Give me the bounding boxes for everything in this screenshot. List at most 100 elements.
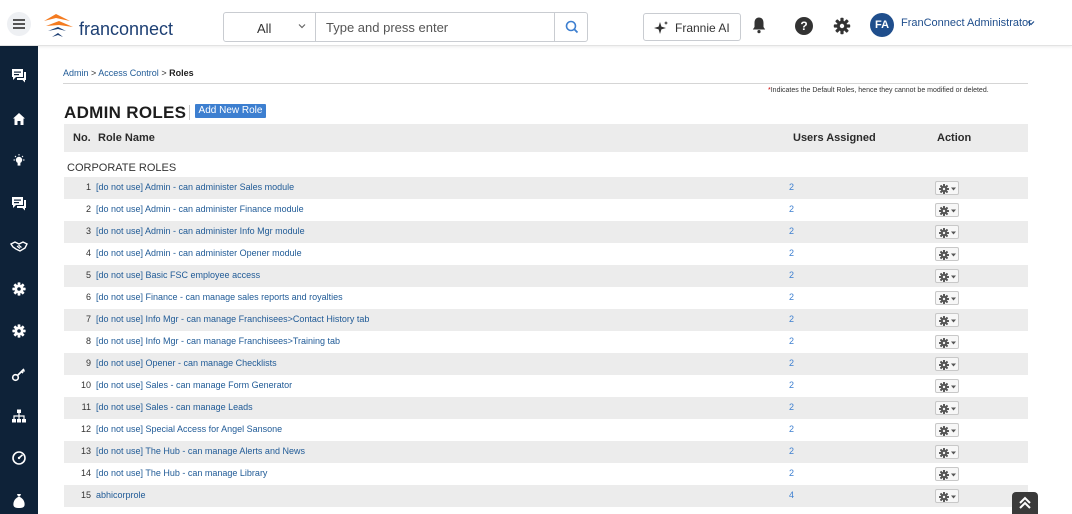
role-name-link[interactable]: [do not use] The Hub - can manage Alerts…: [96, 446, 305, 456]
scroll-to-top-button[interactable]: [1012, 492, 1038, 514]
users-assigned-link[interactable]: 2: [789, 182, 794, 192]
table-row: 12 [do not use] Special Access for Angel …: [64, 419, 1028, 441]
gear-dropdown-icon: [939, 470, 956, 480]
breadcrumb-current: Roles: [169, 68, 194, 78]
messages-icon[interactable]: [9, 66, 29, 86]
gear-dropdown-icon: [939, 404, 956, 414]
gear-dropdown-icon: [939, 228, 956, 238]
table-row: 14 [do not use] The Hub - can manage Libr…: [64, 463, 1028, 485]
row-action-menu[interactable]: [935, 181, 959, 195]
users-assigned-link[interactable]: 2: [789, 424, 794, 434]
gear-dropdown-icon: [939, 492, 956, 502]
row-action-menu[interactable]: [935, 445, 959, 459]
users-assigned-link[interactable]: 2: [789, 380, 794, 390]
help-icon[interactable]: ?: [795, 17, 813, 35]
search-icon: [565, 20, 579, 34]
role-name-link[interactable]: [do not use] Opener - can manage Checkli…: [96, 358, 277, 368]
handshake-icon[interactable]: [9, 236, 29, 256]
table-row: 8 [do not use] Info Mgr - can manage Fran…: [64, 331, 1028, 353]
users-assigned-link[interactable]: 2: [789, 446, 794, 456]
row-action-menu[interactable]: [935, 291, 959, 305]
frannie-ai-label: Frannie AI: [675, 21, 730, 35]
table-header: No. Role Name Users Assigned Action: [64, 124, 1028, 152]
search-scope-value: All: [257, 21, 272, 36]
role-name-link[interactable]: [do not use] Sales - can manage Form Gen…: [96, 380, 292, 390]
row-action-menu[interactable]: [935, 247, 959, 261]
row-action-menu[interactable]: [935, 357, 959, 371]
row-action-menu[interactable]: [935, 313, 959, 327]
role-name-link[interactable]: [do not use] Admin - can administer Open…: [96, 248, 302, 258]
users-assigned-link[interactable]: 2: [789, 336, 794, 346]
row-action-menu[interactable]: [935, 489, 959, 503]
users-assigned-link[interactable]: 2: [789, 314, 794, 324]
gear-icon[interactable]: [833, 17, 851, 35]
role-name-link[interactable]: abhicorprole: [96, 490, 146, 500]
gear-dropdown-icon: [939, 250, 956, 260]
role-name-link[interactable]: [do not use] Info Mgr - can manage Franc…: [96, 314, 369, 324]
search-scope-select[interactable]: All: [224, 13, 316, 41]
breadcrumb-access-control[interactable]: Access Control: [98, 68, 159, 78]
row-number: 12: [80, 424, 91, 434]
search-button[interactable]: [554, 13, 588, 41]
chevron-down-icon[interactable]: [1027, 19, 1035, 27]
settings-icon[interactable]: [9, 279, 29, 299]
users-assigned-link[interactable]: 2: [789, 292, 794, 302]
add-new-role-button[interactable]: Add New Role: [195, 104, 266, 118]
role-name-link[interactable]: [do not use] Admin - can administer Sale…: [96, 182, 294, 192]
role-name-link[interactable]: [do not use] The Hub - can manage Librar…: [96, 468, 267, 478]
users-assigned-link[interactable]: 4: [789, 490, 794, 500]
users-assigned-link[interactable]: 2: [789, 248, 794, 258]
breadcrumb-admin[interactable]: Admin: [63, 68, 89, 78]
row-action-menu[interactable]: [935, 401, 959, 415]
users-assigned-link[interactable]: 2: [789, 402, 794, 412]
sparkle-icon: [654, 21, 668, 34]
users-assigned-link[interactable]: 2: [789, 226, 794, 236]
breadcrumb: Admin > Access Control > Roles: [63, 68, 194, 78]
users-assigned-link[interactable]: 2: [789, 468, 794, 478]
users-assigned-link[interactable]: 2: [789, 204, 794, 214]
role-name-link[interactable]: [do not use] Special Access for Angel Sa…: [96, 424, 282, 434]
frannie-ai-button[interactable]: Frannie AI: [643, 13, 741, 41]
row-action-menu[interactable]: [935, 467, 959, 481]
gear-dropdown-icon: [939, 294, 956, 304]
role-name-link[interactable]: [do not use] Admin - can administer Fina…: [96, 204, 304, 214]
money-bag-icon[interactable]: [9, 491, 29, 511]
gear-dropdown-icon: [939, 272, 956, 282]
row-action-menu[interactable]: [935, 203, 959, 217]
menu-icon[interactable]: [7, 12, 31, 36]
row-number: 3: [85, 226, 91, 236]
row-number: 14: [80, 468, 91, 478]
table-row: 13 [do not use] The Hub - can manage Aler…: [64, 441, 1028, 463]
role-name-link[interactable]: [do not use] Finance - can manage sales …: [96, 292, 343, 302]
bell-icon[interactable]: [751, 16, 767, 34]
row-number: 11: [81, 402, 91, 412]
table-row: 2 [do not use] Admin - can administer Fin…: [64, 199, 1028, 221]
users-assigned-link[interactable]: 2: [789, 270, 794, 280]
home-icon[interactable]: [9, 109, 29, 129]
avatar[interactable]: FA: [870, 13, 894, 37]
row-action-menu[interactable]: [935, 379, 959, 393]
search-input[interactable]: [316, 13, 554, 41]
cog-icon[interactable]: [9, 321, 29, 341]
row-action-menu[interactable]: [935, 269, 959, 283]
role-name-link[interactable]: [do not use] Basic FSC employee access: [96, 270, 260, 280]
table-row: 3 [do not use] Admin - can administer Inf…: [64, 221, 1028, 243]
chat-icon[interactable]: [9, 194, 29, 214]
page-title: ADMIN ROLES: [64, 103, 187, 122]
role-name-link[interactable]: [do not use] Info Mgr - can manage Franc…: [96, 336, 340, 346]
row-action-menu[interactable]: [935, 225, 959, 239]
brand-name[interactable]: franconnect: [79, 19, 173, 40]
users-assigned-link[interactable]: 2: [789, 358, 794, 368]
key-icon[interactable]: [9, 364, 29, 384]
org-chart-icon[interactable]: [9, 406, 29, 426]
lightbulb-icon[interactable]: [9, 151, 29, 171]
user-menu-name[interactable]: FranConnect Administrator: [901, 17, 1032, 29]
gear-dropdown-icon: [939, 316, 956, 326]
row-number: 5: [85, 270, 91, 280]
row-action-menu[interactable]: [935, 335, 959, 349]
row-action-menu[interactable]: [935, 423, 959, 437]
table-row: 9 [do not use] Opener - can manage Checkl…: [64, 353, 1028, 375]
role-name-link[interactable]: [do not use] Sales - can manage Leads: [96, 402, 253, 412]
dashboard-icon[interactable]: [9, 448, 29, 468]
role-name-link[interactable]: [do not use] Admin - can administer Info…: [96, 226, 305, 236]
